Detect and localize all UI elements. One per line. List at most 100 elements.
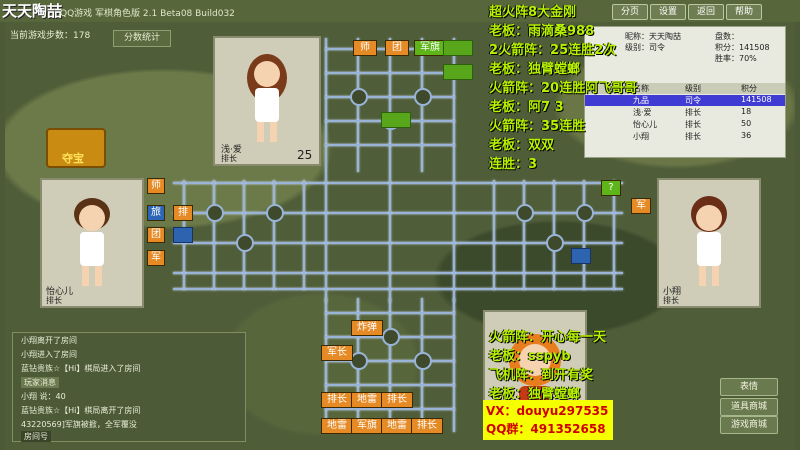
piece-right[interactable]: ? <box>601 180 621 196</box>
nick-label: 昵称： <box>625 32 649 41</box>
piece-top[interactable]: 师 <box>353 40 377 56</box>
piece-left-hidden[interactable] <box>173 227 193 243</box>
camp-node[interactable] <box>414 352 432 370</box>
list-row[interactable]: 怡心儿 排长 50 <box>585 119 785 130</box>
overlay-line: 飞机阵：到开有奖 <box>489 368 594 383</box>
player-rank-left: 排长 <box>46 296 62 305</box>
row-level: 排长 <box>685 132 701 141</box>
piece-top-hidden[interactable] <box>381 112 411 128</box>
window-title: 天天陶喆 <box>2 2 63 20</box>
piece-top-hidden[interactable] <box>443 40 473 56</box>
camp-node[interactable] <box>546 234 564 252</box>
chat-line: 43220569]军旗被掀，全军覆没 <box>21 420 137 429</box>
contact-box: VX：douyu297535 QQ群：491352658 <box>483 400 613 440</box>
piece-bottom[interactable]: 排长 <box>411 418 443 434</box>
self-score: 积分：141508 <box>715 42 770 53</box>
overlay-line: 火箭阵：20连胜阿飞哥哥 <box>489 81 638 96</box>
player-card-left: 怡心儿 排长 <box>40 178 144 308</box>
camp-node[interactable] <box>382 328 400 346</box>
row-name: 浅·爱 <box>633 108 652 117</box>
piece-top-hidden[interactable] <box>443 64 473 80</box>
chat-line: 小翔离开了房间 <box>21 336 77 345</box>
piece-top[interactable]: 军旗 <box>414 40 446 56</box>
camp-node[interactable] <box>236 234 254 252</box>
overlay-line: 火箭阵：35连胜 <box>489 119 586 134</box>
piece-bottom[interactable]: 排长 <box>381 392 413 408</box>
steps-label: 当前游戏步数： <box>10 31 74 41</box>
camp-node[interactable] <box>350 88 368 106</box>
piece-bottom[interactable]: 排长 <box>321 392 353 408</box>
avatar-right <box>691 196 727 286</box>
emoji-button[interactable]: 表情 <box>720 378 778 396</box>
overlay-line: 老板：雨滴桑988 <box>489 24 595 39</box>
treasure-chest-icon[interactable]: 夺宝 <box>46 128 106 168</box>
steps-value: 178 <box>73 31 91 41</box>
piece-bottom[interactable]: 地雷 <box>321 418 353 434</box>
piece-bottom[interactable]: 地雷 <box>351 392 383 408</box>
camp-node[interactable] <box>576 204 594 222</box>
win-rate: 胜率：70% <box>715 53 757 64</box>
level-value: 司令 <box>649 43 665 52</box>
row-name: 怡心儿 <box>633 120 657 129</box>
treasure-label: 夺宝 <box>62 152 84 165</box>
piece-left[interactable]: 团 <box>147 227 165 243</box>
item-shop-button[interactable]: 道具商城 <box>720 398 778 416</box>
page-button[interactable]: 分页 <box>612 4 648 20</box>
chat-line: 小翔 说：40 <box>21 392 66 401</box>
player-message-tab[interactable]: 玩家消息 <box>21 377 59 388</box>
overlay-line: 老板：阿7 3 <box>489 100 564 115</box>
row-level: 排长 <box>685 108 701 117</box>
piece-bottom[interactable]: 军旗 <box>351 418 383 434</box>
room-number-tab[interactable]: 房间号 <box>21 431 51 442</box>
camp-node[interactable] <box>266 204 284 222</box>
avatar-left <box>74 198 110 286</box>
col-level: 级别 <box>685 84 701 93</box>
overlay-line: 火箭阵：开心每一天 <box>489 330 607 345</box>
col-score: 积分 <box>741 84 757 93</box>
row-name: 九品 <box>633 96 649 105</box>
level-label: 级别： <box>625 43 649 52</box>
list-row[interactable]: 小翔 排长 36 <box>585 131 785 142</box>
chat-line: 蓝钻贵族☆【Hi】棋局离开了房间 <box>21 406 141 415</box>
overlay-line: 老板：双双 <box>489 138 555 153</box>
piece-bottom[interactable]: 军长 <box>321 345 353 361</box>
step-counter: 当前游戏步数：178 <box>10 28 90 41</box>
piece-left[interactable]: 排 <box>173 205 193 221</box>
overlay-line: 2火箭阵：25连胜2次 <box>489 43 617 58</box>
overlay-line: 老板：sspyb <box>489 349 571 364</box>
overlay-line: 连胜：3 <box>489 157 538 172</box>
row-score: 50 <box>741 119 752 128</box>
chat-line: 蓝钻贵族☆【Hi】棋局进入了房间 <box>21 364 141 373</box>
score-label: 积分： <box>715 43 739 52</box>
back-button[interactable]: 返回 <box>688 4 724 20</box>
camp-node[interactable] <box>516 204 534 222</box>
win-value: 70% <box>739 54 757 63</box>
chat-panel: 小翔离开了房间 小翔进入了房间 蓝钻贵族☆【Hi】棋局进入了房间 玩家消息 小翔… <box>12 332 246 442</box>
player-rank-right: 排长 <box>663 296 679 305</box>
help-button[interactable]: 帮助 <box>726 4 762 20</box>
camp-node[interactable] <box>414 88 432 106</box>
row-level: 司令 <box>685 96 701 105</box>
list-row[interactable]: 浅·爱 排长 18 <box>585 107 785 118</box>
piece-left[interactable]: 军 <box>147 250 165 266</box>
list-row[interactable]: 九品 司令 141508 <box>585 95 785 106</box>
piece-left[interactable]: 旅 <box>147 205 165 221</box>
chat-line: 小翔进入了房间 <box>21 350 77 359</box>
piece-top[interactable]: 团 <box>385 40 409 56</box>
piece-right-hidden[interactable] <box>571 248 591 264</box>
self-level: 级别：司令 <box>625 42 665 53</box>
piece-bottom[interactable]: 地雷 <box>381 418 413 434</box>
piece-bottom[interactable]: 炸弹 <box>351 320 383 336</box>
piece-left[interactable]: 师 <box>147 178 165 194</box>
piece-right[interactable]: 军 <box>631 198 651 214</box>
win-label: 胜率： <box>715 54 739 63</box>
row-score: 141508 <box>741 95 772 104</box>
settings-button[interactable]: 设置 <box>650 4 686 20</box>
camp-node[interactable] <box>206 204 224 222</box>
self-info: 昵称：天天陶喆 <box>625 31 681 42</box>
nick-value: 天天陶喆 <box>649 32 681 41</box>
row-name: 小翔 <box>633 132 649 141</box>
player-card-right: 小翔 排长 <box>657 178 761 308</box>
overlay-line: 老板：独臂螳螂 <box>489 62 581 77</box>
game-shop-button[interactable]: 游戏商城 <box>720 416 778 434</box>
